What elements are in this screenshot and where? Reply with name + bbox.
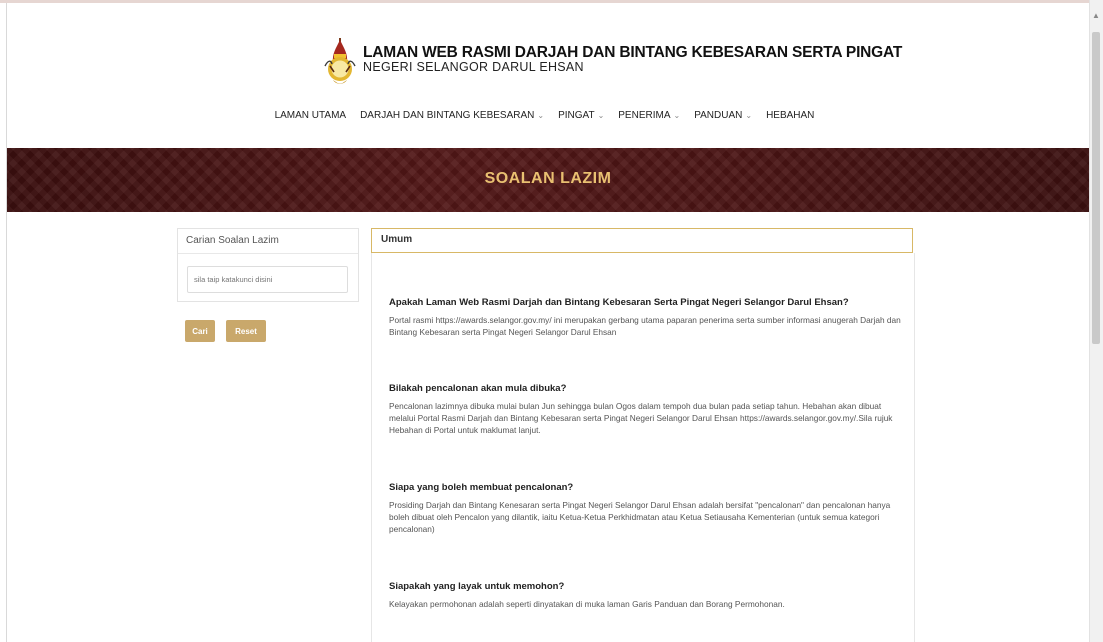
faq-answer: Kelayakan permohonan adalah seperti diny…	[389, 599, 785, 609]
faq-category-header[interactable]: Umum	[371, 228, 913, 253]
faq-answer: Portal rasmi https://awards.selangor.gov…	[389, 315, 901, 337]
faq-answer: Pencalonan lazimnya dibuka mulai bulan J…	[389, 401, 893, 435]
nav-item-darjah[interactable]: DARJAH DAN BINTANG KEBESARAN ⌄	[360, 110, 544, 121]
reset-button[interactable]: Reset	[226, 320, 266, 342]
chevron-down-icon: ⌄	[537, 111, 545, 120]
nav-label: PENERIMA	[618, 110, 671, 121]
faq-question: Bilakah pencalonan akan mula dibuka?	[389, 383, 567, 394]
nav-label: HEBAHAN	[766, 110, 815, 121]
faq-search-panel: Carian Soalan Lazim	[177, 228, 359, 302]
nav-item-hebahan[interactable]: HEBAHAN	[766, 110, 814, 121]
selangor-crest-icon[interactable]	[322, 36, 358, 88]
faq-question: Siapakah yang layak untuk memohon?	[389, 581, 565, 592]
nav-item-laman-utama[interactable]: LAMAN UTAMA	[275, 110, 347, 121]
main-nav: LAMAN UTAMA DARJAH DAN BINTANG KEBESARAN…	[0, 110, 1089, 121]
scrollbar-thumb[interactable]	[1092, 32, 1100, 344]
search-input[interactable]	[187, 266, 348, 293]
nav-item-panduan[interactable]: PANDUAN ⌄	[694, 110, 752, 121]
nav-label: PANDUAN	[694, 110, 743, 121]
faq-question: Siapa yang boleh membuat pencalonan?	[389, 482, 574, 493]
page-banner: SOALAN LAZIM	[7, 148, 1089, 212]
faq-item: Siapakah yang layak untuk memohon? Kelay…	[389, 581, 909, 610]
search-button[interactable]: Cari	[185, 320, 215, 342]
nav-label: DARJAH DAN BINTANG KEBESARAN	[360, 110, 535, 121]
chevron-down-icon: ⌄	[673, 111, 681, 120]
nav-item-pingat[interactable]: PINGAT ⌄	[558, 110, 604, 121]
faq-item: Bilakah pencalonan akan mula dibuka? Pen…	[389, 383, 909, 436]
faq-item: Siapa yang boleh membuat pencalonan? Pro…	[389, 482, 909, 535]
faq-item: Apakah Laman Web Rasmi Darjah dan Bintan…	[389, 297, 909, 338]
nav-label: PINGAT	[558, 110, 595, 121]
faq-answer: Prosiding Darjah dan Bintang Kenesaran s…	[389, 500, 891, 534]
page-title: SOALAN LAZIM	[484, 170, 612, 187]
chevron-down-icon: ⌄	[597, 111, 605, 120]
chevron-down-icon: ⌄	[745, 111, 753, 120]
window-left-border	[6, 3, 7, 642]
site-subtitle: NEGERI SELANGOR DARUL EHSAN	[363, 60, 584, 74]
search-heading: Carian Soalan Lazim	[178, 229, 358, 254]
scroll-up-arrow-icon[interactable]: ▲	[1092, 12, 1100, 20]
nav-item-penerima[interactable]: PENERIMA ⌄	[618, 110, 680, 121]
nav-label: LAMAN UTAMA	[274, 110, 347, 121]
faq-question: Apakah Laman Web Rasmi Darjah dan Bintan…	[389, 297, 849, 308]
window-top-border	[0, 0, 1103, 3]
